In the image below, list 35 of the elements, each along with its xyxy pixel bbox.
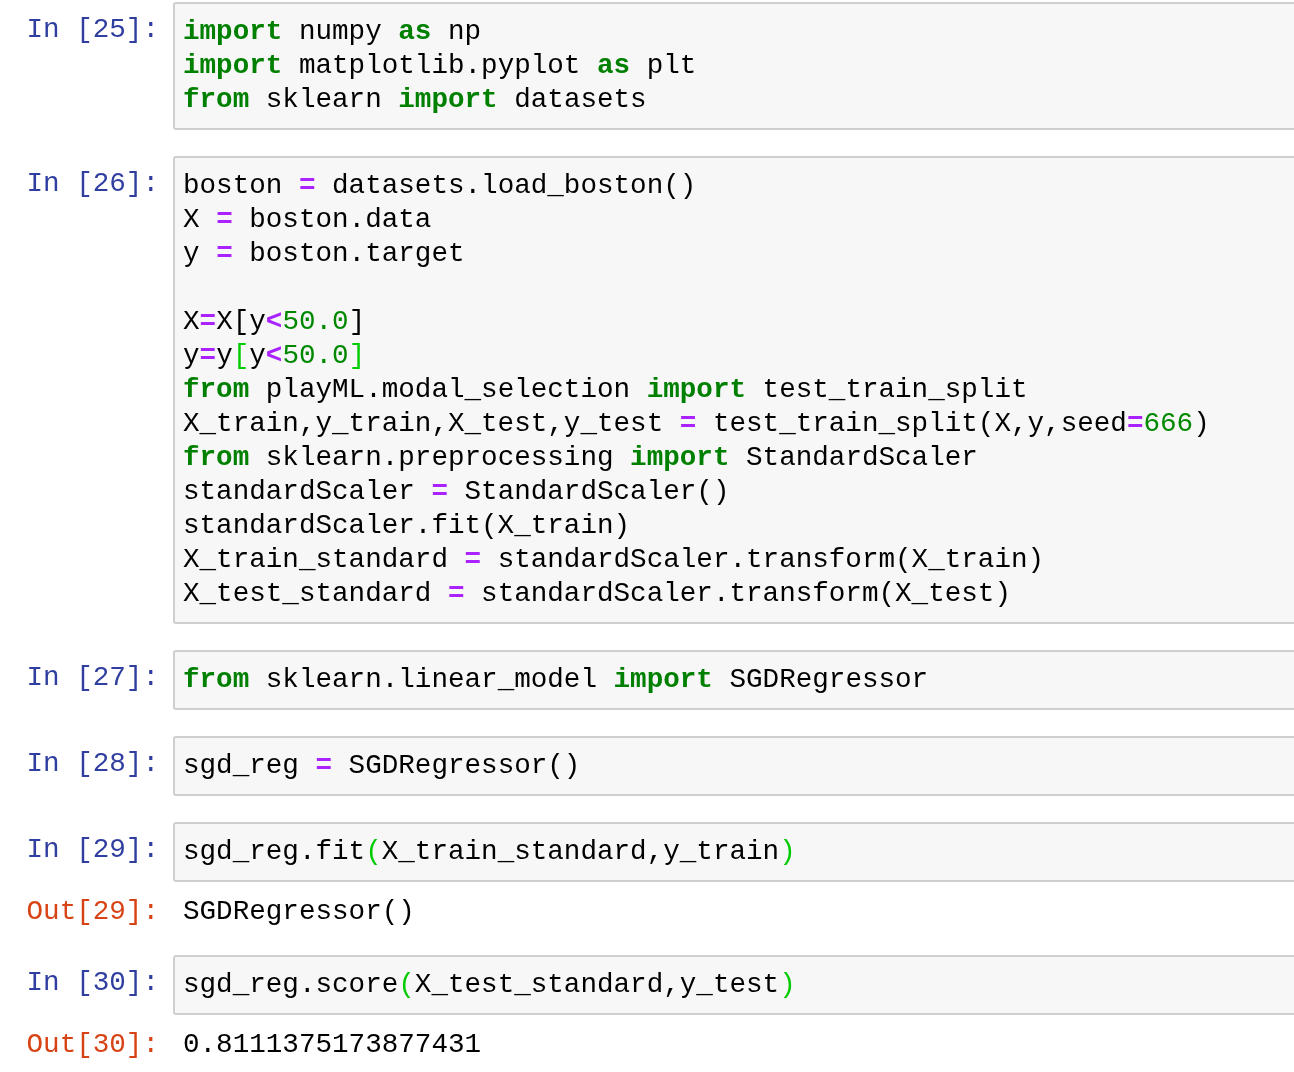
code-line: import matplotlib.pyplot as plt <box>183 49 698 83</box>
code-line: boston = datasets.load_boston() <box>183 169 698 203</box>
input-prompt: In [27]: <box>25 661 159 695</box>
code-cell[interactable]: from sklearn.linear_model import SGDRegressor <box>173 650 1294 710</box>
input-prompt: In [30]: <box>25 966 159 1000</box>
code-line: standardScaler = StandardScaler() <box>183 475 731 509</box>
input-prompt: In [26]: <box>25 167 159 201</box>
output-text: 0.8111375173877431 <box>182 1028 482 1062</box>
code-cell[interactable]: import numpy as np import matplotlib.pyplot as plt from sklearn import datasets <box>173 2 1294 130</box>
code-line: sgd_reg = SGDRegressor() <box>183 749 582 783</box>
output-text: SGDRegressor() <box>182 895 415 929</box>
code-line: sgd_reg.fit(X_train_standard,y_train) <box>183 835 797 869</box>
code-line: X_train_standard = standardScaler.transform(X_train) <box>183 543 1046 577</box>
code-line: X_train,y_train,X_test,y_test = test_train_split(X,y,seed=666) <box>183 407 1211 441</box>
code-line: sgd_reg.score(X_test_standard,y_test) <box>183 968 797 1002</box>
code-line: y = boston.target <box>183 237 466 271</box>
code-line: from playML.modal_selection import test_train_split <box>183 373 1029 407</box>
input-prompt: In [25]: <box>25 13 159 47</box>
code-line: from sklearn.preprocessing import StandardScaler <box>183 441 979 475</box>
code-line: X=X[y<50.0] <box>183 305 367 339</box>
code-cell[interactable]: sgd_reg = SGDRegressor() <box>173 736 1294 796</box>
code-line: standardScaler.fit(X_train) <box>183 509 632 543</box>
output-prompt: Out[29]: <box>25 895 159 929</box>
output-prompt: Out[30]: <box>25 1028 159 1062</box>
code-line: import numpy as np <box>183 15 483 49</box>
code-line: X_test_standard = standardScaler.transform(X_test) <box>183 577 1012 611</box>
input-prompt: In [29]: <box>25 833 159 867</box>
code-line: y=y[y<50.0] <box>183 339 367 373</box>
code-cell[interactable] <box>173 156 1294 624</box>
input-prompt: In [28]: <box>25 747 159 781</box>
code-cell[interactable]: sgd_reg.score(X_test_standard,y_test) <box>173 955 1294 1015</box>
code-line: X = boston.data <box>183 203 433 237</box>
code-line: from sklearn import datasets <box>183 83 648 117</box>
code-cell[interactable]: sgd_reg.fit(X_train_standard,y_train) <box>173 822 1294 882</box>
code-line: from sklearn.linear_model import SGDRegressor <box>183 663 930 697</box>
